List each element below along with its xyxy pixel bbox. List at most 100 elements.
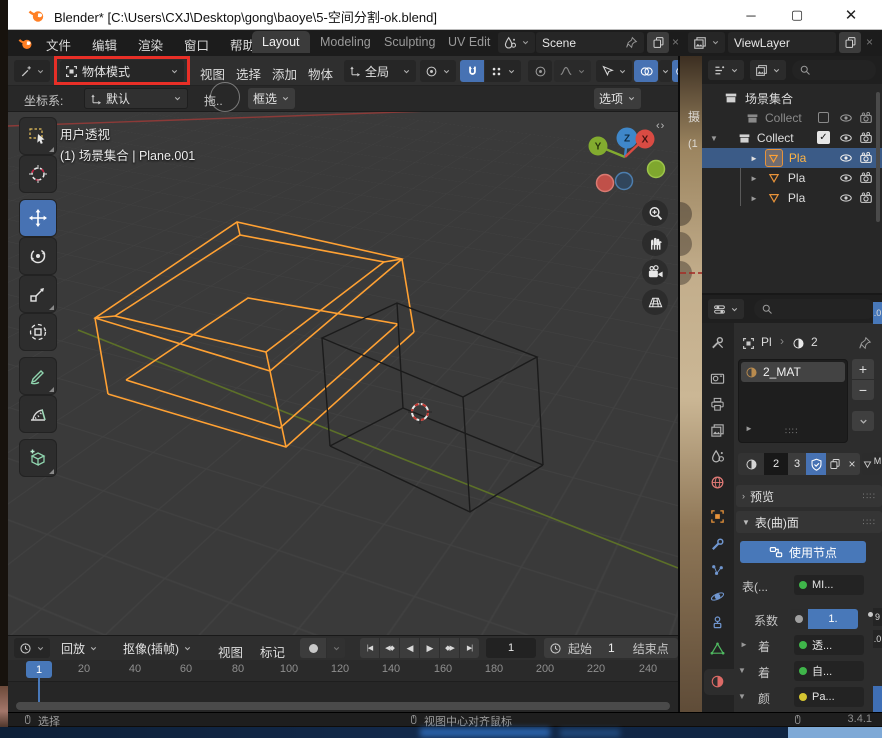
- surface-shader-dropdown[interactable]: MI...: [794, 575, 864, 595]
- properties-search-input[interactable]: [754, 299, 876, 319]
- menu-window[interactable]: 窗口: [178, 33, 215, 56]
- breadcrumb-material[interactable]: 2: [811, 335, 818, 349]
- outliner-row-plane-selected[interactable]: ► Pla: [702, 148, 882, 168]
- options-dropdown[interactable]: 选项: [594, 88, 641, 109]
- pivot-dropdown[interactable]: [420, 60, 456, 82]
- material-slot-item[interactable]: 2_MAT: [741, 362, 845, 382]
- tab-scene[interactable]: [710, 449, 725, 464]
- tool-select-box[interactable]: [20, 118, 56, 154]
- outliner-row-collection[interactable]: ▼ Collect ✓: [702, 128, 882, 148]
- color-dropdown[interactable]: Pa...: [794, 687, 864, 707]
- jump-end-button[interactable]: ▶|: [460, 638, 479, 658]
- render-visibility-icon[interactable]: [859, 171, 873, 185]
- outliner-row-scene-collection[interactable]: 场景集合: [702, 88, 882, 108]
- tab-view-layer[interactable]: [710, 423, 725, 438]
- auto-keying-toggle[interactable]: [300, 638, 326, 658]
- expand-arrow-icon[interactable]: ►: [750, 154, 758, 163]
- expand-arrow-icon[interactable]: ►: [750, 174, 758, 183]
- overlays-dropdown[interactable]: [659, 60, 672, 82]
- orientation-dropdown[interactable]: 全局: [344, 60, 416, 82]
- collapse-arrow-icon[interactable]: ▼: [738, 666, 746, 675]
- expand-arrow-icon[interactable]: ►: [750, 194, 758, 203]
- breadcrumb-object[interactable]: Pl: [761, 335, 772, 349]
- select-box-dropdown[interactable]: 框选: [248, 88, 295, 109]
- render-visibility-icon[interactable]: [859, 131, 873, 145]
- tab-object[interactable]: [710, 509, 725, 524]
- material-unlink-button[interactable]: ×: [844, 453, 860, 475]
- blender-menu-icon[interactable]: [18, 35, 34, 51]
- viewport-3d[interactable]: Y Z X 用户透视 (1) 场景集合 | Plane.001 ‹›: [8, 112, 678, 635]
- prev-keyframe-button[interactable]: ◀◆: [380, 638, 399, 658]
- outliner-row-collection-disabled[interactable]: Collect: [702, 108, 882, 128]
- hide-eye-icon[interactable]: [839, 111, 853, 125]
- tool-measure[interactable]: [20, 396, 56, 432]
- expand-arrow-icon[interactable]: ►: [740, 640, 748, 649]
- tab-material-active[interactable]: [704, 669, 734, 695]
- hide-eye-icon[interactable]: [839, 191, 853, 205]
- render-visibility-icon[interactable]: [859, 191, 873, 205]
- menu-render[interactable]: 渲染: [132, 33, 169, 56]
- scene-type-button[interactable]: [498, 32, 535, 53]
- proportional-toggle[interactable]: [528, 60, 552, 82]
- start-value[interactable]: 1: [608, 641, 615, 655]
- scene-unlink-button[interactable]: ×: [672, 35, 679, 49]
- workspace-tab-sculpting[interactable]: Sculpting: [374, 31, 445, 53]
- tab-constraints[interactable]: [710, 615, 725, 630]
- tab-particles[interactable]: [710, 563, 725, 578]
- render-visibility-icon[interactable]: [859, 151, 873, 165]
- tab-physics[interactable]: [710, 589, 725, 604]
- maximize-button[interactable]: ▢: [774, 0, 820, 30]
- viewlayer-type-button[interactable]: [688, 32, 725, 53]
- exclude-checkbox-checked[interactable]: ✓: [817, 131, 830, 144]
- slot-remove-button[interactable]: −: [852, 380, 874, 400]
- exclude-checkbox[interactable]: [818, 112, 829, 123]
- tab-object-data[interactable]: [710, 641, 725, 656]
- tab-output[interactable]: [710, 397, 725, 412]
- panel-preview[interactable]: › 预览 ∷∷: [736, 485, 882, 507]
- snap-toggle[interactable]: [460, 60, 484, 82]
- menu-object[interactable]: 物体: [302, 62, 339, 85]
- expand-arrow-icon[interactable]: ▼: [710, 134, 718, 143]
- slot-add-button[interactable]: +: [852, 359, 874, 379]
- orientation-setting-dropdown[interactable]: 默认: [84, 88, 188, 109]
- outliner-scrollbar[interactable]: [876, 92, 880, 222]
- outliner-row-plane-3[interactable]: ► Pla: [702, 188, 882, 208]
- tool-rotate[interactable]: [20, 238, 56, 274]
- menu-select[interactable]: 选择: [230, 62, 267, 85]
- keying-set-dropdown[interactable]: [327, 638, 345, 658]
- fake-user-toggle[interactable]: [806, 453, 826, 475]
- play-reverse-button[interactable]: ◀: [400, 638, 419, 658]
- timeline-ruler[interactable]: 20 40 60 80 100 120 140 160 180 200 220 …: [8, 660, 678, 682]
- scene-copy-button[interactable]: [647, 32, 669, 53]
- shader2-dropdown[interactable]: 自...: [794, 661, 864, 681]
- workspace-tab-modeling[interactable]: Modeling: [310, 31, 381, 53]
- tool-transform[interactable]: [20, 314, 56, 350]
- falloff-dropdown[interactable]: [554, 60, 591, 82]
- gizmos-dropdown[interactable]: [596, 60, 632, 82]
- region-toggle-arrows[interactable]: ‹›: [656, 120, 665, 132]
- outliner-display-mode-dropdown[interactable]: [708, 60, 744, 80]
- pin-icon[interactable]: [625, 36, 638, 49]
- tool-scale[interactable]: [20, 276, 56, 312]
- tool-add-cube[interactable]: [20, 440, 56, 476]
- snap-with-dropdown[interactable]: [485, 60, 521, 82]
- resize-grip[interactable]: ∷∷: [785, 426, 798, 437]
- outliner-filter-dropdown[interactable]: [750, 60, 786, 80]
- tool-annotate[interactable]: [20, 358, 56, 394]
- jump-start-button[interactable]: |◀: [360, 638, 379, 658]
- outliner-search-input[interactable]: [792, 60, 876, 80]
- keying-menu[interactable]: 抠像(插帧): [118, 638, 197, 658]
- material-users-button[interactable]: 3: [788, 453, 806, 475]
- render-visibility-icon[interactable]: [859, 111, 873, 125]
- pin-icon[interactable]: [858, 336, 872, 350]
- factor-socket-button[interactable]: [790, 609, 807, 629]
- play-button[interactable]: ▶: [420, 638, 439, 658]
- camera-view-button[interactable]: [642, 259, 668, 285]
- playback-menu[interactable]: 回放: [56, 638, 103, 658]
- current-frame-field[interactable]: 1: [486, 638, 536, 658]
- panel-grip[interactable]: ∷∷: [863, 517, 876, 528]
- tool-cursor[interactable]: [20, 156, 56, 192]
- tab-modifiers[interactable]: [710, 537, 725, 552]
- playhead-badge[interactable]: 1: [26, 661, 52, 678]
- material-browse-button[interactable]: [738, 453, 764, 475]
